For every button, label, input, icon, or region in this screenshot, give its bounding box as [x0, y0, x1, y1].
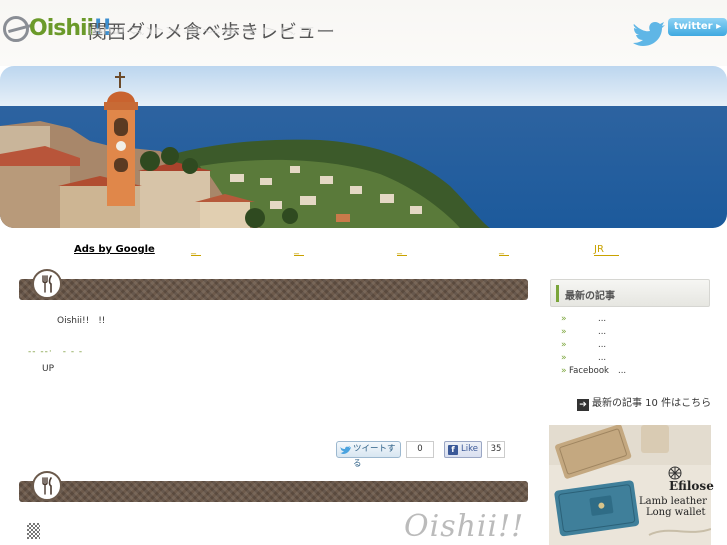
oishii-watermark: Oishii!!: [404, 509, 525, 544]
post-body-text: UP: [42, 364, 55, 374]
ad-link[interactable]: _: [294, 244, 304, 256]
ad-tagline: Lamb leather: [639, 496, 707, 507]
ad-brand-name: Efilose: [669, 479, 714, 493]
like-count: 35: [487, 441, 505, 458]
post-thumbnail[interactable]: [27, 523, 40, 539]
facebook-like-button[interactable]: f Like: [444, 441, 482, 458]
ad-link[interactable]: _: [499, 244, 509, 256]
recent-post-item[interactable]: ...: [561, 313, 609, 326]
more-posts-link[interactable]: ➔ 最新の記事 10 件はこちら: [577, 394, 711, 411]
ad-tagline: Long wallet: [646, 507, 706, 518]
heading-accent: [556, 285, 559, 302]
fork-knife-icon: [32, 269, 62, 299]
arrow-right-icon: ➔: [577, 399, 589, 411]
post-title-bar[interactable]: [19, 269, 528, 300]
twitter-label: twitter ▸: [668, 18, 727, 36]
ads-by-google-link[interactable]: Ads by Google: [74, 244, 155, 255]
fork-knife-icon: [32, 471, 62, 501]
hero-image: [0, 66, 727, 228]
ad-link[interactable]: _: [397, 244, 407, 256]
recent-posts-heading: 最新の記事: [550, 279, 710, 307]
post-meta: Oishii!! !!: [57, 316, 106, 326]
twitter-follow-button[interactable]: twitter ▸: [630, 14, 727, 50]
ad-link-jr[interactable]: JR: [594, 244, 619, 256]
recent-post-item[interactable]: ...: [561, 326, 609, 339]
site-title-reflection: 関西グルメ食べ歩きレビュー: [88, 25, 336, 36]
post-title-bar[interactable]: [19, 471, 528, 502]
site-logo[interactable]: Oishii!!: [3, 14, 112, 46]
twitter-bird-icon: [633, 22, 665, 46]
post-tags[interactable]: -- --· - - -: [28, 344, 83, 357]
like-label: Like: [461, 444, 478, 454]
tweet-label: ツイートする: [353, 444, 396, 469]
recent-posts-list: ... ... ... ... Facebook...: [561, 313, 626, 378]
facebook-icon: f: [448, 445, 458, 455]
ad-links-bar: Ads by Google _ _ _ _ JR: [0, 244, 727, 260]
ad-link[interactable]: _: [191, 244, 201, 256]
recent-post-item[interactable]: Facebook...: [561, 365, 626, 378]
tweet-button[interactable]: ツイートする: [336, 441, 401, 469]
site-header: Oishii!! 関西グルメ食べ歩きレビュー 関西グルメ食べ歩きレビュー twi…: [0, 0, 727, 66]
recent-post-item[interactable]: ...: [561, 339, 609, 352]
page: Oishii!! 関西グルメ食べ歩きレビュー 関西グルメ食べ歩きレビュー twi…: [0, 0, 727, 545]
recent-post-item[interactable]: ...: [561, 352, 609, 365]
twitter-bird-small-icon: [340, 446, 351, 454]
tweet-count: 0: [406, 441, 434, 458]
